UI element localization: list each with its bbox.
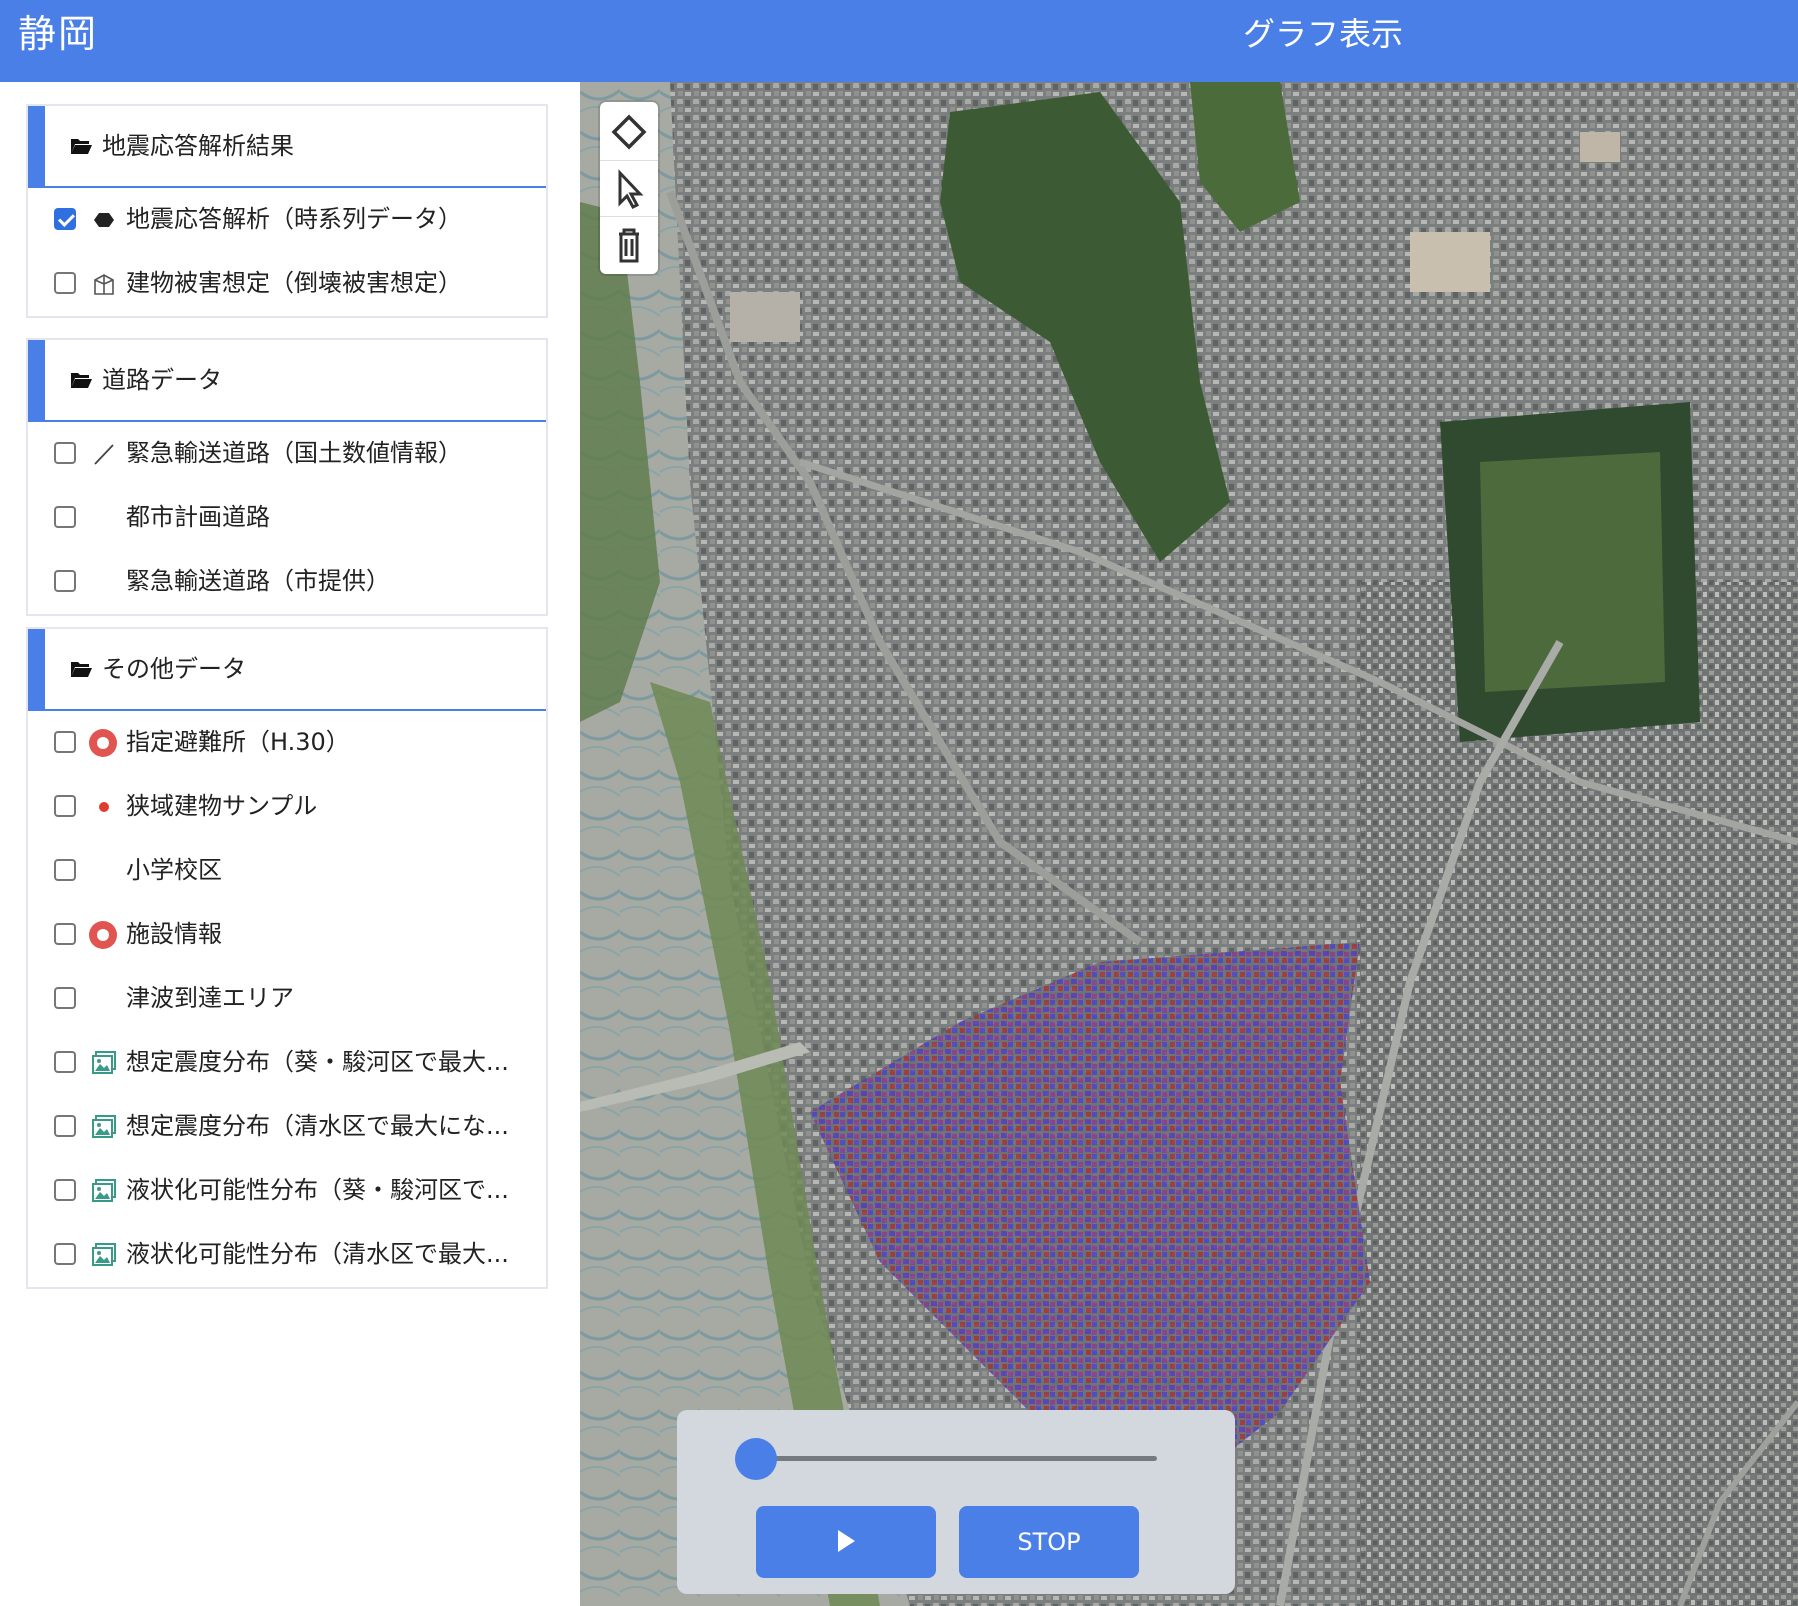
layer-row[interactable]: 施設情報 xyxy=(28,903,546,967)
layer-checkbox[interactable] xyxy=(54,1115,76,1137)
layer-checkbox[interactable] xyxy=(54,1243,76,1265)
layer-checkbox[interactable] xyxy=(54,987,76,1009)
layer-row[interactable]: 狭域建物サンプル xyxy=(28,775,546,839)
hexagon-icon xyxy=(90,206,118,234)
image-icon xyxy=(90,1113,118,1141)
layer-row[interactable]: 建物被害想定（倒壊被害想定） xyxy=(28,252,546,316)
image-icon xyxy=(90,1177,118,1205)
layer-label: 津波到達エリア xyxy=(126,984,294,1012)
building-icon xyxy=(90,270,118,298)
layer-group-title: 道路データ xyxy=(102,366,222,394)
layer-checkbox[interactable] xyxy=(54,506,76,528)
layer-group-title: 地震応答解析結果 xyxy=(102,132,294,160)
folder-open-icon xyxy=(71,373,92,388)
time-slider-track[interactable] xyxy=(757,1456,1157,1461)
layer-checkbox[interactable] xyxy=(54,570,76,592)
polygon-tool-icon[interactable] xyxy=(600,104,658,160)
folder-open-icon xyxy=(71,139,92,154)
layer-group: 道路データ緊急輸送道路（国土数値情報） 都市計画道路緊急輸送道路（市提供） xyxy=(26,338,548,616)
line-icon xyxy=(90,440,118,468)
layer-label: 緊急輸送道路（市提供） xyxy=(126,567,390,595)
layer-row[interactable]: 都市計画道路 xyxy=(28,486,546,550)
layer-checkbox[interactable] xyxy=(54,731,76,753)
layer-sidebar: 地震応答解析結果地震応答解析（時系列データ） 建物被害想定（倒壊被害想定） 道路デー… xyxy=(0,82,580,1606)
image-icon xyxy=(90,1241,118,1269)
time-series-player: STOP xyxy=(677,1410,1235,1594)
layer-row[interactable]: 液状化可能性分布（葵・駿河区で... xyxy=(28,1159,546,1223)
layer-row[interactable]: 想定震度分布（葵・駿河区で最大... xyxy=(28,1031,546,1095)
layer-checkbox[interactable] xyxy=(54,208,76,230)
layer-group: その他データ指定避難所（H.30） 狭域建物サンプル 小学校区施設情報津波到達エリア… xyxy=(26,627,548,1289)
select-tool-icon[interactable] xyxy=(600,160,658,217)
layer-group: 地震応答解析結果地震応答解析（時系列データ） 建物被害想定（倒壊被害想定） xyxy=(26,104,548,318)
layer-row[interactable]: 緊急輸送道路（国土数値情報） xyxy=(28,422,546,486)
map-pin-icon xyxy=(88,728,117,757)
layer-row[interactable]: 地震応答解析（時系列データ） xyxy=(28,188,546,252)
layer-checkbox[interactable] xyxy=(54,923,76,945)
aerial-map-image[interactable] xyxy=(580,82,1798,1606)
image-icon xyxy=(90,1049,118,1077)
red-dot-icon xyxy=(90,793,118,821)
layer-label: 指定避難所（H.30） xyxy=(126,728,350,756)
layer-label: 施設情報 xyxy=(126,920,222,948)
time-slider-thumb[interactable] xyxy=(735,1438,777,1480)
stop-button[interactable]: STOP xyxy=(959,1506,1139,1578)
layer-label: 狭域建物サンプル xyxy=(126,792,318,820)
map-pin-icon xyxy=(88,920,117,949)
layer-label: 液状化可能性分布（清水区で最大... xyxy=(126,1240,509,1268)
layer-group-title: その他データ xyxy=(102,655,246,683)
layer-label: 想定震度分布（清水区で最大にな... xyxy=(126,1112,509,1140)
layer-group-header[interactable]: 道路データ xyxy=(28,340,546,422)
play-button[interactable] xyxy=(756,1506,936,1578)
app-title: 静岡 xyxy=(18,12,99,56)
layer-checkbox[interactable] xyxy=(54,859,76,881)
draw-toolbar xyxy=(600,102,658,274)
play-icon xyxy=(838,1530,855,1552)
layer-group-header[interactable]: 地震応答解析結果 xyxy=(28,106,546,188)
layer-checkbox[interactable] xyxy=(54,1179,76,1201)
layer-checkbox[interactable] xyxy=(54,795,76,817)
folder-open-icon xyxy=(71,662,92,677)
layer-row[interactable]: 液状化可能性分布（清水区で最大... xyxy=(28,1223,546,1287)
layer-label: 緊急輸送道路（国土数値情報） xyxy=(126,439,462,467)
layer-checkbox[interactable] xyxy=(54,272,76,294)
layer-row[interactable]: 小学校区 xyxy=(28,839,546,903)
trash-icon[interactable] xyxy=(600,216,658,273)
graph-view-link[interactable]: グラフ表示 xyxy=(1243,14,1403,54)
layer-row[interactable]: 指定避難所（H.30） xyxy=(28,711,546,775)
layer-label: 地震応答解析（時系列データ） xyxy=(126,205,462,233)
layer-group-header[interactable]: その他データ xyxy=(28,629,546,711)
layer-label: 都市計画道路 xyxy=(126,503,270,531)
app-header: 静岡 グラフ表示 xyxy=(0,0,1798,82)
layer-label: 液状化可能性分布（葵・駿河区で... xyxy=(126,1176,509,1204)
layer-row[interactable]: 想定震度分布（清水区で最大にな... xyxy=(28,1095,546,1159)
layer-label: 想定震度分布（葵・駿河区で最大... xyxy=(126,1048,509,1076)
layer-label: 小学校区 xyxy=(126,856,222,884)
layer-row[interactable]: 津波到達エリア xyxy=(28,967,546,1031)
map-view[interactable]: STOP xyxy=(580,82,1798,1606)
layer-checkbox[interactable] xyxy=(54,442,76,464)
layer-row[interactable]: 緊急輸送道路（市提供） xyxy=(28,550,546,614)
layer-label: 建物被害想定（倒壊被害想定） xyxy=(126,269,462,297)
layer-checkbox[interactable] xyxy=(54,1051,76,1073)
